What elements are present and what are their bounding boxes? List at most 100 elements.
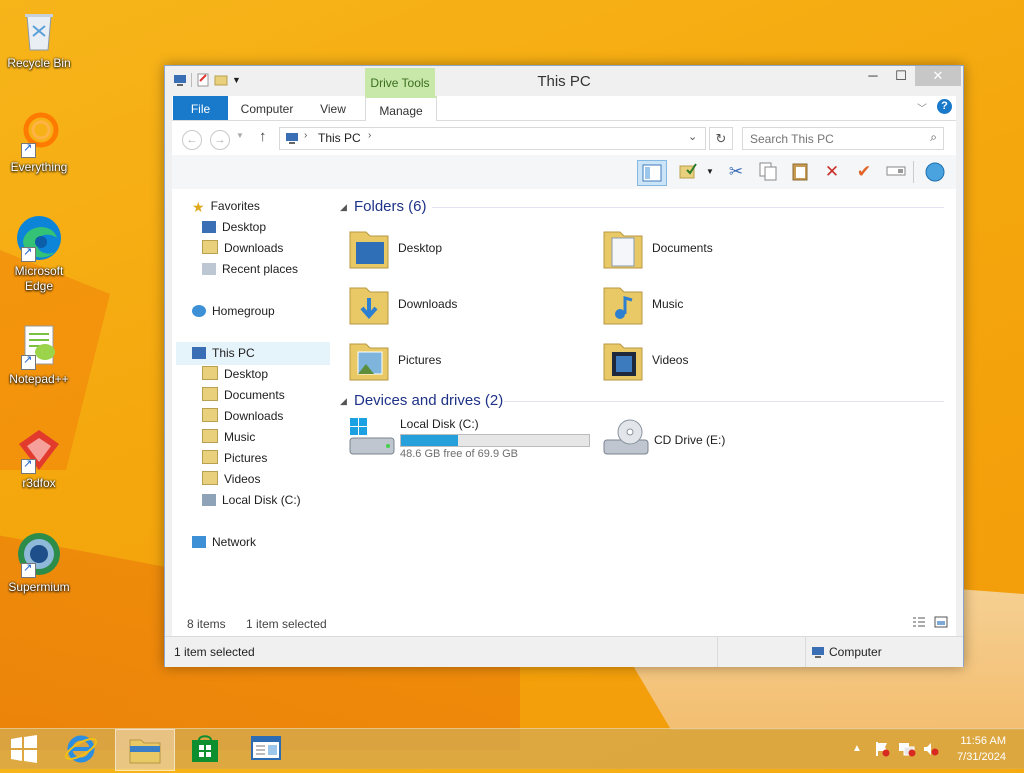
folder-item[interactable]: Videos <box>602 336 842 386</box>
close-button[interactable]: ✕ <box>915 66 961 86</box>
desktop-icon-label: Supermium <box>8 580 70 594</box>
tab-view[interactable]: View <box>308 96 358 120</box>
folder-icon <box>202 450 218 464</box>
command-toolbar: ▼ ✂ ✕ ✔ <box>172 155 956 190</box>
search-box[interactable]: ⌕ <box>742 127 944 150</box>
address-dropdown-icon[interactable]: ⌄ <box>688 130 697 143</box>
nav-pc-downloads[interactable]: Downloads <box>202 406 283 427</box>
windows-logo-icon <box>11 735 37 763</box>
taskbar-app-window[interactable] <box>237 729 295 769</box>
homegroup-icon <box>192 305 206 317</box>
drive-usage-fill <box>401 435 459 446</box>
large-icons-view-icon[interactable] <box>934 616 948 631</box>
volume-muted-icon[interactable] <box>922 741 940 760</box>
folder-item[interactable]: Pictures <box>348 336 588 386</box>
minimize-button[interactable]: ─ <box>859 66 887 86</box>
desktop-icon-everything[interactable]: Everything <box>4 110 74 175</box>
search-input[interactable] <box>743 128 922 149</box>
clock-date: 7/31/2024 <box>957 751 1006 763</box>
drive-item-cd-drive[interactable]: CD Drive (E:) <box>602 414 852 464</box>
paste-icon[interactable] <box>789 161 811 183</box>
nav-recent-places[interactable]: Recent places <box>202 259 298 280</box>
up-button[interactable]: ↑ <box>259 128 267 145</box>
address-bar[interactable]: › This PC › ⌄ <box>279 127 706 150</box>
nav-pc-music[interactable]: Music <box>202 427 255 448</box>
folder-item[interactable]: Desktop <box>348 224 588 274</box>
documents-folder-icon <box>603 231 643 269</box>
nav-pc-videos[interactable]: Videos <box>202 469 260 490</box>
nav-fav-downloads[interactable]: Downloads <box>202 238 283 259</box>
details-view-icon[interactable] <box>912 616 926 631</box>
supermium-icon <box>15 530 63 578</box>
folder-label: Documents <box>652 241 713 255</box>
collapse-group-icon[interactable]: ◢ <box>340 396 347 407</box>
folder-label: Videos <box>652 353 689 367</box>
forward-button[interactable]: → <box>210 130 230 150</box>
nav-pc-desktop[interactable]: Desktop <box>202 364 268 385</box>
refresh-button[interactable]: ↻ <box>709 127 733 150</box>
check-icon[interactable]: ✔ <box>853 161 875 183</box>
folder-item[interactable]: Music <box>602 280 842 330</box>
network-status-icon[interactable] <box>898 741 916 760</box>
chevron-down-icon[interactable]: ▼ <box>699 161 721 183</box>
taskbar-store[interactable] <box>176 729 234 769</box>
nav-homegroup[interactable]: Homegroup <box>192 301 275 322</box>
title-bar[interactable]: ▼ Drive Tools This PC ─ ☐ ✕ <box>165 66 963 96</box>
action-center-flag-icon[interactable] <box>874 741 890 760</box>
show-hidden-icons[interactable]: ▲ <box>852 743 862 754</box>
app-window-icon <box>251 736 281 760</box>
folder-item[interactable]: Downloads <box>348 280 588 330</box>
computer-icon <box>811 645 825 662</box>
desktop-icon-supermium[interactable]: Supermium <box>4 530 74 595</box>
nav-pc-documents[interactable]: Documents <box>202 385 285 406</box>
desktop-icon-label: r3dfox <box>22 476 56 490</box>
explorer-window[interactable]: ▼ Drive Tools This PC ─ ☐ ✕ File Compute… <box>164 65 964 667</box>
breadcrumb-chevron-icon[interactable]: › <box>368 130 371 141</box>
breadcrumb-this-pc[interactable]: This PC <box>318 131 361 145</box>
cut-icon[interactable]: ✂ <box>725 161 747 183</box>
copy-icon[interactable] <box>757 161 779 183</box>
back-button[interactable]: ← <box>182 130 202 150</box>
preview-pane-button[interactable] <box>637 160 667 186</box>
tab-file[interactable]: File <box>173 96 228 120</box>
divider <box>805 637 806 667</box>
system-clock[interactable]: 11:56 AM 7/31/2024 <box>957 733 1006 765</box>
group-header-devices[interactable]: Devices and drives (2) <box>354 392 503 409</box>
nav-this-pc[interactable]: This PC <box>192 343 255 364</box>
group-header-folders[interactable]: Folders (6) <box>354 198 427 215</box>
delete-icon[interactable]: ✕ <box>821 161 843 183</box>
nav-favorites[interactable]: ★ Favorites <box>192 196 260 217</box>
computer-icon <box>285 131 299 148</box>
search-icon[interactable]: ⌕ <box>930 130 937 145</box>
taskbar-file-explorer[interactable] <box>115 729 175 771</box>
expand-ribbon-icon[interactable]: ﹀ <box>917 100 927 115</box>
recycle-bin-icon <box>15 6 63 54</box>
file-pane: ◢ Folders (6) Desktop Documents Download… <box>340 189 956 611</box>
recent-locations-icon[interactable]: ▼ <box>236 131 244 140</box>
nav-pc-local-disk[interactable]: Local Disk (C:) <box>202 490 301 511</box>
help-icon[interactable]: ? <box>937 99 952 114</box>
window-title: This PC <box>537 73 591 90</box>
globe-icon[interactable] <box>924 161 946 183</box>
collapse-group-icon[interactable]: ◢ <box>340 202 347 213</box>
taskbar-internet-explorer[interactable] <box>52 729 110 769</box>
tab-manage[interactable]: Manage <box>365 96 437 122</box>
desktop-icon-notepadpp[interactable]: Notepad++ <box>4 322 74 387</box>
nav-pc-pictures[interactable]: Pictures <box>202 448 267 469</box>
breadcrumb-chevron-icon[interactable]: › <box>304 130 307 141</box>
tab-computer[interactable]: Computer <box>234 96 300 120</box>
desktop-icon-edge[interactable]: Microsoft Edge <box>4 214 74 294</box>
desktop-icon-recycle-bin[interactable]: Recycle Bin <box>4 6 74 71</box>
nav-fav-desktop[interactable]: Desktop <box>202 217 266 238</box>
start-button[interactable] <box>0 729 48 769</box>
rename-icon[interactable] <box>885 161 907 183</box>
notepadpp-icon <box>15 322 63 370</box>
desktop-icon-r3dfox[interactable]: r3dfox <box>4 426 74 491</box>
drive-item-local-disk[interactable]: Local Disk (C:) 48.6 GB free of 69.9 GB <box>348 414 598 464</box>
drive-label: CD Drive (E:) <box>654 433 726 447</box>
nav-network[interactable]: Network <box>192 532 256 553</box>
edge-icon <box>15 214 63 262</box>
maximize-button[interactable]: ☐ <box>887 66 915 86</box>
folder-item[interactable]: Documents <box>602 224 842 274</box>
select-folder-icon[interactable] <box>677 161 699 183</box>
